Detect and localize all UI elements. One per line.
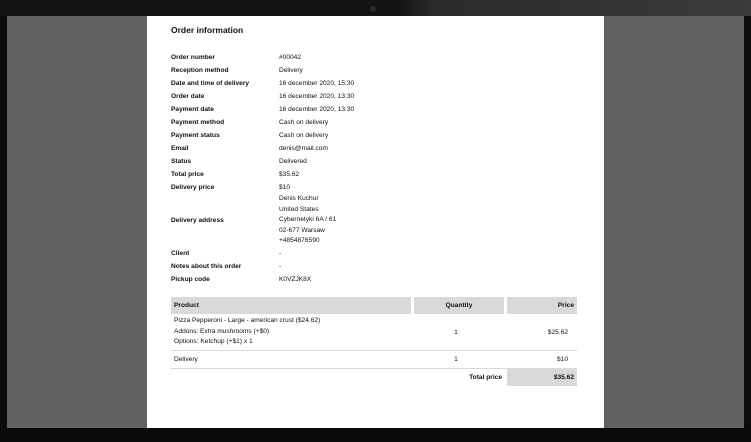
camera-icon [370, 6, 376, 12]
field-reception-method: Reception method Delivery [171, 64, 354, 77]
field-pickup-code: Pickup code K0VZJK8X [171, 273, 354, 286]
field-value: 16 december 2020, 13:30 [279, 93, 355, 100]
address-line: Cybernetyki 6A / 61 [279, 216, 337, 224]
field-payment-method: Payment method Cash on delivery [171, 116, 354, 129]
address-line: United States [279, 205, 319, 213]
order-document: Order information Order number #00042 Re… [147, 16, 604, 428]
field-value: denis@mail.com [279, 145, 328, 152]
field-label: Email [171, 145, 189, 152]
total-value: $35.62 [507, 369, 577, 386]
field-value: Delivered [279, 158, 307, 165]
field-label: Order date [171, 93, 205, 100]
table-header: Product Quantity Price [171, 297, 577, 314]
header-price: Price [507, 297, 577, 314]
price-cell: $10 [556, 356, 568, 363]
field-delivery-price: Delivery price $10 [171, 181, 354, 194]
field-label: Total price [171, 171, 204, 178]
monitor-bezel-bottom [0, 428, 751, 442]
field-label: Delivery address [171, 216, 224, 224]
field-order-number: Order number #00042 [171, 51, 354, 64]
field-order-date: Order date 16 december 2020, 13:30 [171, 90, 354, 103]
field-email: Email denis@mail.com [171, 142, 354, 155]
field-delivery-address: Delivery address Denis Kuchur United Sta… [171, 194, 354, 247]
field-value: 16 december 2020, 15:30 [279, 80, 355, 87]
field-label: Date and time of delivery [171, 80, 250, 87]
product-cell: Pizza Pepperoni - Large - american crust… [171, 316, 411, 348]
field-client: Client - [171, 247, 354, 260]
field-label: Payment date [171, 106, 214, 113]
field-payment-status: Payment status Cash on delivery [171, 129, 354, 142]
field-value: $10 [279, 184, 291, 191]
products-table: Product Quantity Price Pizza Pepperoni -… [171, 297, 577, 386]
total-label: Total price [469, 374, 502, 381]
field-value: #00042 [279, 54, 302, 61]
product-line: Options: Ketchup (+$1) x 1 [174, 338, 253, 346]
quantity-cell: 1 [454, 328, 458, 336]
field-status: Status Delivered [171, 155, 354, 168]
product-cell: Delivery [174, 356, 198, 363]
field-label: Payment status [171, 132, 220, 139]
field-value: Cash on delivery [279, 119, 329, 126]
order-title: Order information [171, 25, 244, 35]
table-row: Delivery 1 $10 [171, 351, 577, 369]
field-label: Status [171, 158, 192, 165]
field-value: 16 december 2020, 13:30 [279, 106, 355, 113]
address-line: 02-677 Warsaw [279, 226, 325, 234]
quantity-cell: 1 [454, 356, 458, 363]
order-info-list: Order number #00042 Reception method Del… [171, 51, 354, 286]
field-notes: Notes about this order - [171, 260, 354, 273]
field-value: Delivery [279, 67, 303, 74]
screen: Order information Order number #00042 Re… [7, 16, 744, 428]
field-label: Pickup code [171, 275, 210, 283]
header-quantity: Quantity [414, 297, 504, 314]
field-label: Order number [171, 54, 215, 61]
field-total-price: Total price $35.62 [171, 168, 354, 181]
field-value: $35.62 [279, 171, 300, 178]
product-line: Pizza Pepperoni - Large - american crust… [174, 317, 321, 325]
bezel-reflection [400, 0, 751, 16]
header-product: Product [171, 297, 411, 314]
field-label: Payment method [171, 119, 225, 126]
address-lines: Denis Kuchur United States Cybernetyki 6… [279, 194, 336, 247]
field-label: Client [171, 249, 190, 257]
field-delivery-datetime: Date and time of delivery 16 december 20… [171, 77, 354, 90]
field-payment-date: Payment date 16 december 2020, 13:30 [171, 103, 354, 116]
address-line: +4854876590 [279, 237, 320, 245]
price-cell: $25.62 [547, 328, 568, 336]
field-value: - [279, 262, 282, 270]
table-row: Pizza Pepperoni - Large - american crust… [171, 314, 577, 351]
field-value: - [279, 249, 282, 257]
address-line: Denis Kuchur [279, 195, 319, 202]
field-label: Notes about this order [171, 262, 242, 270]
field-value: Cash on delivery [279, 132, 329, 139]
product-line: Addons: Extra mushrooms (+$0) [174, 327, 270, 335]
field-label: Reception method [171, 67, 229, 74]
field-label: Delivery price [171, 184, 215, 191]
table-total-row: Total price $35.62 [171, 369, 577, 386]
field-value: K0VZJK8X [279, 275, 312, 283]
